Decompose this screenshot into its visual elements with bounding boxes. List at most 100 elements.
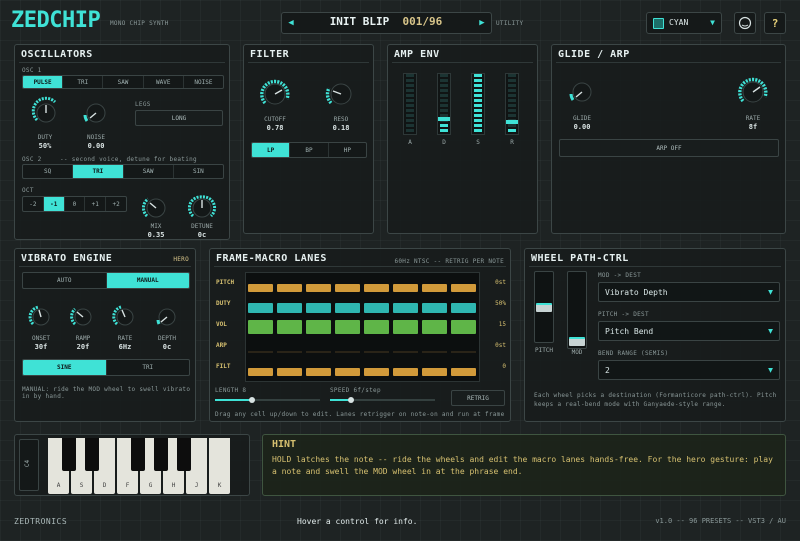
lane-cell[interactable]: [248, 320, 273, 334]
avatar-button[interactable]: [734, 12, 756, 34]
osc2-saw-button[interactable]: SAW: [124, 165, 174, 178]
lane-cell[interactable]: [364, 351, 389, 353]
filter-lp-button[interactable]: LP: [252, 143, 291, 157]
preset-prev-button[interactable]: ◀: [284, 14, 298, 32]
lane-cell[interactable]: [335, 303, 360, 313]
preset-next-button[interactable]: ▶: [475, 14, 489, 32]
lane-cell[interactable]: [422, 284, 447, 292]
shape-tri-button[interactable]: TRI: [107, 360, 190, 375]
black-key[interactable]: [154, 438, 168, 471]
length-slider[interactable]: [215, 397, 320, 403]
black-key[interactable]: [85, 438, 99, 471]
arp-toggle-button[interactable]: ARP OFF: [559, 139, 779, 157]
rate-knob[interactable]: [734, 73, 772, 111]
lane-cell[interactable]: [393, 320, 418, 334]
oct-plus2-button[interactable]: +2: [106, 197, 126, 211]
lane-cell[interactable]: [335, 368, 360, 376]
env-slider-s[interactable]: [471, 73, 485, 135]
depth-knob[interactable]: [151, 301, 183, 333]
lane-cell[interactable]: [451, 303, 476, 313]
lane-cell[interactable]: [364, 284, 389, 292]
lane-cell[interactable]: [451, 320, 476, 334]
wave-saw-button[interactable]: SAW: [103, 76, 144, 88]
lane-cell[interactable]: [335, 320, 360, 334]
noise-knob[interactable]: [79, 96, 113, 130]
osc2-sq-button[interactable]: SQ: [23, 165, 74, 178]
osc2-sin-button[interactable]: SIN: [174, 165, 223, 178]
lane-cell[interactable]: [335, 284, 360, 292]
vibrato-rate-knob[interactable]: [109, 301, 141, 333]
lane-cell[interactable]: [335, 351, 360, 353]
detune-knob[interactable]: [185, 191, 219, 225]
vibrato-manual-button[interactable]: MANUAL: [106, 273, 189, 288]
wave-tri-button[interactable]: TRI: [63, 76, 104, 88]
lane-cell[interactable]: [422, 351, 447, 353]
reso-knob[interactable]: [322, 75, 360, 113]
shape-sine-button[interactable]: SINE: [23, 360, 107, 375]
legs-button[interactable]: LONG: [135, 110, 223, 126]
wave-noise-button[interactable]: NOISE: [184, 76, 223, 88]
lane-cell[interactable]: [248, 368, 273, 376]
lane-cell[interactable]: [393, 351, 418, 353]
cutoff-knob[interactable]: [256, 75, 294, 113]
filter-hp-button[interactable]: HP: [329, 143, 366, 157]
speed-slider[interactable]: [330, 397, 435, 403]
wave-pulse-button[interactable]: PULSE: [23, 76, 64, 88]
duty-knob[interactable]: [29, 96, 63, 130]
pitch-dest-select[interactable]: Pitch Bend ▼: [598, 321, 780, 341]
oct-0-button[interactable]: 0: [65, 197, 86, 211]
black-key[interactable]: [131, 438, 145, 471]
lane-cell[interactable]: [277, 368, 302, 376]
mix-knob[interactable]: [139, 191, 173, 225]
mod-dest-select[interactable]: Vibrato Depth ▼: [598, 282, 780, 302]
vibrato-auto-button[interactable]: AUTO: [23, 273, 107, 288]
lane-cell[interactable]: [451, 351, 476, 353]
lane-cell[interactable]: [306, 368, 331, 376]
lane-cell[interactable]: [248, 303, 273, 313]
filter-bp-button[interactable]: BP: [290, 143, 329, 157]
oct-minus2-button[interactable]: -2: [23, 197, 44, 211]
glide-knob[interactable]: [565, 75, 599, 109]
lane-cell[interactable]: [248, 351, 273, 353]
lane-cell[interactable]: [422, 320, 447, 334]
lane-cell[interactable]: [277, 351, 302, 353]
lane-cell[interactable]: [422, 303, 447, 313]
black-key[interactable]: [62, 438, 76, 471]
lane-cell[interactable]: [277, 320, 302, 334]
env-slider-d[interactable]: [437, 73, 451, 135]
lane-cell[interactable]: [306, 303, 331, 313]
lane-cell[interactable]: [364, 303, 389, 313]
theme-select[interactable]: CYAN ▼: [646, 12, 722, 34]
env-slider-a[interactable]: [403, 73, 417, 135]
wave-wave-button[interactable]: WAVE: [144, 76, 184, 88]
octave-side-button[interactable]: C4: [19, 439, 39, 491]
oct-plus1-button[interactable]: +1: [85, 197, 107, 211]
lane-cell[interactable]: [306, 320, 331, 334]
mod-wheel[interactable]: [567, 271, 587, 349]
lane-cell[interactable]: [393, 303, 418, 313]
lane-cell[interactable]: [306, 351, 331, 353]
lane-cell[interactable]: [277, 284, 302, 292]
lane-cell[interactable]: [364, 368, 389, 376]
ramp-knob[interactable]: [67, 301, 99, 333]
white-key-k[interactable]: K: [209, 438, 230, 494]
pitch-wheel[interactable]: [534, 271, 554, 343]
lane-cell[interactable]: [277, 303, 302, 313]
lane-cell[interactable]: [451, 284, 476, 292]
oct-minus1-button[interactable]: -1: [43, 197, 65, 211]
lane-cell[interactable]: [393, 368, 418, 376]
lane-cell[interactable]: [364, 320, 389, 334]
slider-thumb[interactable]: [348, 397, 354, 403]
lane-cell[interactable]: [422, 368, 447, 376]
lane-cell[interactable]: [451, 368, 476, 376]
retrig-button[interactable]: RETRIG: [451, 390, 505, 406]
env-slider-r[interactable]: [505, 73, 519, 135]
bend-range-select[interactable]: 2 ▼: [598, 360, 780, 380]
lane-cell[interactable]: [248, 284, 273, 292]
slider-thumb[interactable]: [248, 397, 255, 403]
black-key[interactable]: [177, 438, 191, 471]
osc2-tri-button[interactable]: TRI: [73, 165, 124, 178]
lane-cell[interactable]: [393, 284, 418, 292]
onset-knob[interactable]: [25, 301, 57, 333]
preset-name[interactable]: INIT BLIP 001/96: [300, 15, 472, 31]
